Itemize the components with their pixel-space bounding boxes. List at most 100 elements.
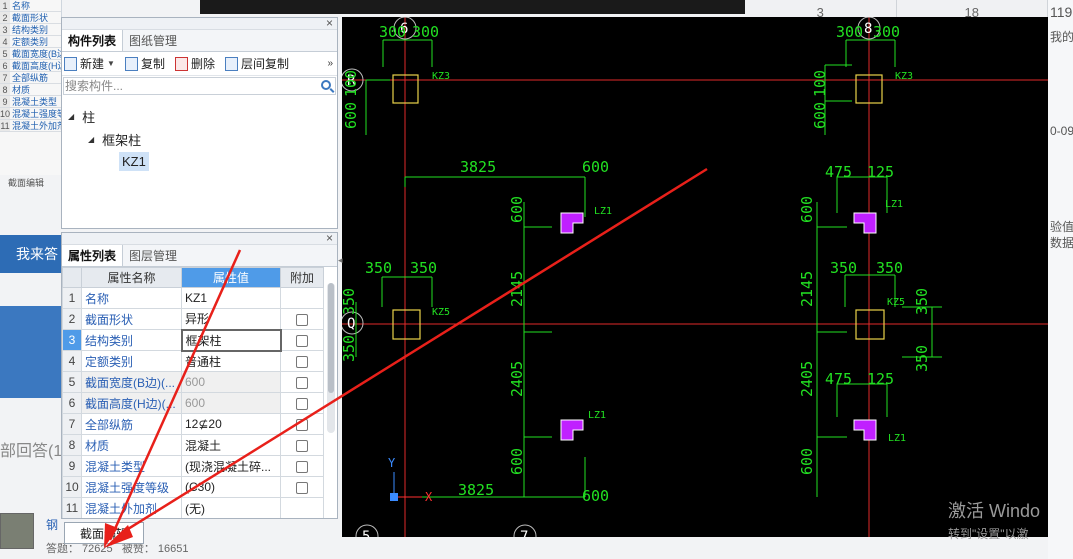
- row-number: 9: [62, 455, 82, 477]
- extra-checkbox[interactable]: [296, 481, 308, 494]
- property-row[interactable]: 3 结构类别 框架柱: [62, 328, 324, 352]
- dimension-text: 600: [811, 102, 829, 129]
- dimension-text: 100: [342, 70, 360, 97]
- column-lz1: [560, 419, 584, 441]
- background-strip-row: 2 截面形状: [0, 12, 61, 24]
- search-icon[interactable]: [321, 80, 331, 90]
- tree-node-column[interactable]: ◢ 柱: [68, 107, 95, 126]
- dimension-text: 3825: [460, 158, 496, 176]
- axis-label: 7: [520, 529, 528, 537]
- property-name: 结构类别: [81, 329, 182, 351]
- column-lz1: [853, 212, 877, 234]
- panel-collapse-icon[interactable]: ◂: [338, 255, 343, 266]
- tab-drawing-management[interactable]: 图纸管理: [123, 30, 183, 51]
- property-value[interactable]: 普通柱: [181, 350, 281, 372]
- dropdown-arrow-icon[interactable]: ▼: [107, 59, 115, 68]
- copy-icon: [124, 56, 138, 71]
- extra-checkbox[interactable]: [296, 418, 308, 431]
- dimension-text: 300: [379, 23, 406, 41]
- property-value[interactable]: 600: [181, 371, 281, 393]
- property-value[interactable]: 框架柱: [180, 328, 282, 352]
- ucs-x-label: X: [425, 490, 433, 504]
- dimension-text: 350: [342, 288, 358, 315]
- component-panel-tabs: 构件列表 图纸管理: [62, 30, 337, 52]
- property-name: 截面宽度(B边)(...: [81, 371, 182, 393]
- dimension-text: 350: [913, 288, 931, 315]
- extra-checkbox[interactable]: [296, 376, 308, 389]
- property-value[interactable]: 异形: [181, 308, 281, 330]
- dimension-text: 600: [798, 196, 816, 223]
- component-search-input[interactable]: [64, 78, 335, 94]
- property-row[interactable]: 1 名称 KZ1: [62, 287, 324, 309]
- cad-drawing-canvas[interactable]: 6 8 R Q 5 7 300 300 300 300 100 600 100 600 3825 600 475…: [342, 17, 1048, 537]
- property-extra-cell: [280, 497, 324, 518]
- tree-expand-icon[interactable]: ◢: [88, 135, 94, 144]
- floor-copy-button[interactable]: 层间复制: [224, 55, 289, 72]
- property-name: 截面高度(H边)(...: [81, 392, 182, 414]
- property-value[interactable]: (无): [181, 497, 281, 518]
- extra-checkbox[interactable]: [296, 355, 308, 368]
- dimension-text: 350: [410, 259, 437, 277]
- property-row[interactable]: 5 截面宽度(B边)(... 600: [62, 371, 324, 393]
- property-row[interactable]: 10 混凝土强度等级 (C30): [62, 476, 324, 498]
- section-edit-button[interactable]: 截面编辑: [64, 522, 144, 544]
- row-number: 10: [62, 476, 82, 498]
- dimension-text: 600: [508, 196, 526, 223]
- close-icon[interactable]: ×: [326, 16, 333, 30]
- dimension-text: 350: [913, 345, 931, 372]
- dimension-text: 350: [342, 335, 358, 362]
- background-text: 验值: [1050, 220, 1073, 234]
- background-right-column: 119 我的 0-09 验值 数据: [1048, 0, 1073, 559]
- column-tag: LZ1: [888, 433, 906, 444]
- strip-row-label: 混凝土强度等级: [12, 109, 61, 119]
- property-row[interactable]: 11 混凝土外加剂 (无): [62, 497, 324, 518]
- row-number: 5: [62, 371, 82, 393]
- close-icon[interactable]: ×: [326, 233, 333, 245]
- column-tag: LZ1: [885, 199, 903, 210]
- dimension-text: 2145: [798, 271, 816, 307]
- tree-leaf-kz1[interactable]: KZ1: [119, 152, 149, 171]
- axis-label: 8: [864, 21, 872, 37]
- strip-row-label: 截面高度(H边): [12, 61, 61, 71]
- tab-layer-management[interactable]: 图层管理: [123, 245, 183, 266]
- extra-checkbox[interactable]: [296, 313, 308, 326]
- ucs-y-label: Y: [388, 456, 396, 470]
- tree-node-frame-column[interactable]: ◢ 框架柱: [88, 130, 141, 149]
- property-value[interactable]: 混凝土: [181, 434, 281, 456]
- tree-expand-icon[interactable]: ◢: [68, 112, 74, 121]
- property-value[interactable]: 12⊈20: [181, 413, 281, 435]
- toolbar-overflow-icon[interactable]: »: [327, 58, 333, 69]
- dimension-text: 475: [825, 370, 852, 388]
- copy-button[interactable]: 复制: [124, 55, 165, 72]
- tab-component-list[interactable]: 构件列表: [62, 30, 124, 51]
- answer-button[interactable]: 我来答: [0, 235, 62, 273]
- username-link[interactable]: 钢: [46, 516, 58, 533]
- ucs-origin: [390, 493, 398, 501]
- property-value[interactable]: (C30): [181, 476, 281, 498]
- windows-activation-watermark: 激活 Windo 转到"设置"以激: [948, 497, 1040, 542]
- property-extra-cell: [280, 434, 324, 456]
- tree-node-label: 框架柱: [102, 133, 142, 148]
- tab-property-list[interactable]: 属性列表: [62, 245, 124, 266]
- extra-checkbox[interactable]: [296, 439, 308, 452]
- dimension-text: 2145: [508, 271, 526, 307]
- property-row[interactable]: 4 定额类别 普通柱: [62, 350, 324, 372]
- row-number: 3: [62, 329, 82, 351]
- property-row[interactable]: 6 截面高度(H边)(... 600: [62, 392, 324, 414]
- strip-row-label: 混凝土类型: [12, 97, 58, 107]
- property-row[interactable]: 9 混凝土类型 (现浇混凝土碎...: [62, 455, 324, 477]
- dimension-text: 300: [412, 23, 439, 41]
- property-scrollbar[interactable]: [327, 283, 335, 433]
- new-button[interactable]: 新建 ▼: [64, 55, 115, 72]
- extra-checkbox[interactable]: [296, 334, 309, 347]
- property-value[interactable]: 600: [181, 392, 281, 414]
- delete-button[interactable]: 删除: [174, 55, 215, 72]
- property-value[interactable]: (现浇混凝土碎...: [181, 455, 281, 477]
- extra-checkbox[interactable]: [296, 460, 308, 473]
- avatar[interactable]: [0, 513, 34, 549]
- property-row[interactable]: 7 全部纵筋 12⊈20: [62, 413, 324, 435]
- property-row[interactable]: 2 截面形状 异形: [62, 308, 324, 330]
- property-row[interactable]: 8 材质 混凝土: [62, 434, 324, 456]
- property-value[interactable]: KZ1: [181, 287, 281, 309]
- extra-checkbox[interactable]: [296, 397, 308, 410]
